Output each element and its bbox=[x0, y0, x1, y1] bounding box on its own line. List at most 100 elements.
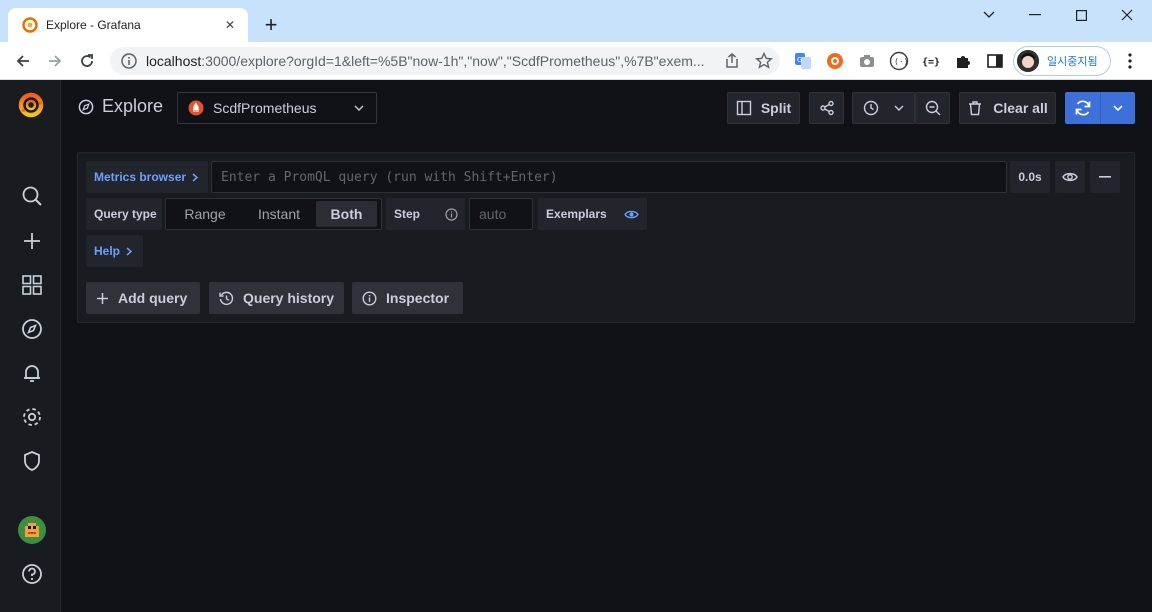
reload-icon[interactable] bbox=[73, 47, 101, 75]
address-bar[interactable]: localhost:3000/explore?orgId=1&left=%5B"… bbox=[110, 47, 780, 75]
datasource-name: ScdfPrometheus bbox=[213, 100, 317, 116]
browser-toolbar: localhost:3000/explore?orgId=1&left=%5B"… bbox=[0, 42, 1152, 80]
svg-text:{=}: {=} bbox=[922, 57, 940, 68]
eye-icon bbox=[1062, 172, 1078, 182]
query-placeholder: Enter a PromQL query (run with Shift+Ent… bbox=[221, 169, 558, 185]
share-icon[interactable] bbox=[722, 52, 742, 70]
back-arrow-icon[interactable] bbox=[9, 47, 37, 75]
tab-title: Explore - Grafana bbox=[46, 18, 141, 32]
minimize-icon[interactable] bbox=[1012, 0, 1058, 30]
metrics-browser-button[interactable]: Metrics browser bbox=[86, 161, 208, 193]
profile-button[interactable]: 일시중지됨 bbox=[1013, 46, 1111, 76]
configuration-icon[interactable] bbox=[17, 402, 47, 432]
server-admin-shield-icon[interactable] bbox=[17, 446, 47, 476]
zoom-out-button[interactable] bbox=[915, 92, 950, 124]
step-input[interactable]: auto bbox=[469, 198, 533, 230]
orange-extension-icon[interactable] bbox=[825, 51, 845, 71]
page-title: Explore bbox=[102, 96, 164, 116]
plus-icon bbox=[97, 292, 108, 304]
help-toggle-button[interactable]: Help bbox=[86, 235, 143, 267]
info-circle-icon bbox=[362, 290, 377, 306]
svg-text:G: G bbox=[797, 56, 802, 64]
time-picker-button[interactable] bbox=[852, 92, 915, 124]
bookmark-star-icon[interactable] bbox=[754, 52, 774, 70]
clock-icon bbox=[863, 100, 879, 116]
clear-all-button[interactable]: Clear all bbox=[959, 92, 1056, 124]
code-extension-icon[interactable]: (·) bbox=[889, 51, 909, 71]
grafana-page: Explore ScdfPrometheus Split Clear all M… bbox=[0, 80, 1152, 612]
chevron-down-icon bbox=[894, 105, 904, 111]
split-button[interactable]: Split bbox=[727, 92, 800, 124]
query-duration-badge: 0.0s bbox=[1010, 161, 1050, 193]
exemplars-toggle[interactable]: Exemplars bbox=[538, 198, 647, 230]
history-icon bbox=[219, 291, 234, 305]
run-query-button[interactable] bbox=[1065, 92, 1101, 124]
query-type-instant[interactable]: Instant bbox=[242, 201, 316, 227]
toggle-query-visibility-button[interactable] bbox=[1055, 161, 1085, 193]
grafana-favicon-icon bbox=[22, 17, 38, 33]
profile-avatar bbox=[1017, 50, 1039, 72]
explore-icon[interactable] bbox=[17, 314, 47, 344]
query-history-button[interactable]: Query history bbox=[209, 282, 344, 314]
query-type-radio-group: Range Instant Both bbox=[165, 198, 382, 230]
clear-all-label: Clear all bbox=[993, 100, 1048, 116]
maximize-icon[interactable] bbox=[1058, 0, 1104, 30]
user-avatar[interactable] bbox=[17, 515, 47, 545]
grafana-logo-icon[interactable] bbox=[17, 91, 45, 119]
trash-icon bbox=[969, 101, 982, 116]
chevron-right-icon bbox=[126, 246, 133, 256]
split-icon bbox=[736, 100, 752, 116]
run-query-button-group bbox=[1065, 92, 1135, 124]
search-icon[interactable] bbox=[17, 181, 47, 211]
plus-icon[interactable] bbox=[17, 226, 47, 256]
step-placeholder: auto bbox=[479, 206, 507, 222]
chevron-down-icon bbox=[354, 105, 364, 111]
query-row: Metrics browser Enter a PromQL query (ru… bbox=[77, 152, 1135, 323]
close-tab-icon[interactable]: ✕ bbox=[222, 17, 238, 33]
refresh-interval-dropdown[interactable] bbox=[1101, 92, 1135, 124]
remove-query-button[interactable] bbox=[1090, 161, 1120, 193]
new-tab-button[interactable]: + bbox=[258, 12, 284, 38]
help-label: Help bbox=[94, 244, 121, 258]
extensions-puzzle-icon[interactable] bbox=[953, 51, 973, 71]
chevron-right-icon bbox=[192, 172, 199, 182]
url-text: localhost:3000/explore?orgId=1&left=%5B"… bbox=[146, 53, 705, 69]
zoom-out-icon bbox=[925, 100, 940, 116]
promql-query-input[interactable]: Enter a PromQL query (run with Shift+Ent… bbox=[211, 161, 1007, 193]
step-label-box: Step bbox=[386, 198, 465, 230]
eye-icon bbox=[623, 210, 639, 218]
translate-extension-icon[interactable]: G bbox=[793, 51, 813, 71]
camera-extension-icon[interactable] bbox=[857, 51, 877, 71]
help-icon[interactable] bbox=[17, 559, 47, 589]
browser-menu-icon[interactable] bbox=[1120, 51, 1140, 71]
site-info-icon[interactable] bbox=[120, 52, 138, 70]
forward-arrow-icon[interactable] bbox=[41, 47, 69, 75]
add-query-button[interactable]: Add query bbox=[86, 282, 200, 314]
tab-search-icon[interactable] bbox=[966, 0, 1012, 30]
alerting-icon[interactable] bbox=[17, 358, 47, 388]
chevron-down-icon bbox=[1113, 105, 1123, 111]
metrics-browser-label: Metrics browser bbox=[94, 170, 187, 184]
query-type-label: Query type bbox=[86, 198, 162, 230]
side-menu bbox=[0, 80, 61, 612]
datasource-picker[interactable]: ScdfPrometheus bbox=[177, 92, 377, 124]
query-type-range[interactable]: Range bbox=[168, 201, 242, 227]
query-history-label: Query history bbox=[243, 290, 335, 306]
step-label: Step bbox=[394, 207, 421, 221]
page-title-group: Explore bbox=[78, 96, 163, 117]
add-query-label: Add query bbox=[118, 290, 188, 306]
compass-icon bbox=[78, 99, 94, 114]
json-extension-icon[interactable]: {=} bbox=[921, 51, 941, 71]
explore-header: Explore ScdfPrometheus Split Clear all bbox=[62, 80, 1152, 136]
info-circle-icon[interactable] bbox=[445, 207, 458, 221]
query-type-both[interactable]: Both bbox=[316, 201, 377, 227]
close-window-icon[interactable] bbox=[1104, 0, 1150, 30]
dashboards-icon[interactable] bbox=[17, 270, 47, 300]
split-label: Split bbox=[760, 100, 792, 116]
share-link-button[interactable] bbox=[809, 92, 844, 124]
side-panel-icon[interactable] bbox=[985, 51, 1005, 71]
inspector-button[interactable]: Inspector bbox=[352, 282, 463, 314]
minus-icon bbox=[1099, 176, 1111, 178]
browser-tab[interactable]: Explore - Grafana ✕ bbox=[8, 8, 248, 42]
browser-titlebar: Explore - Grafana ✕ + bbox=[0, 0, 1152, 42]
